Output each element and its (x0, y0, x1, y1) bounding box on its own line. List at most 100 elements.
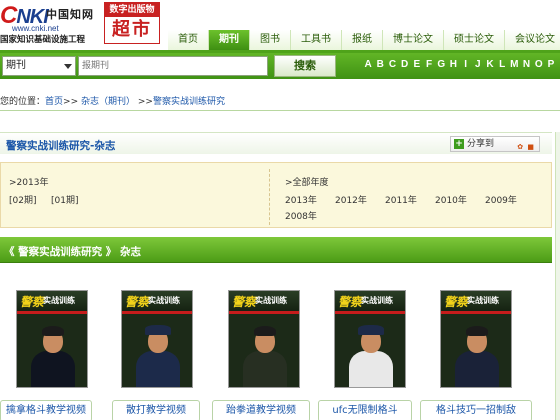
cover-masthead-title: 警察 (444, 295, 469, 309)
digital-publication-market-badge[interactable]: 数字出版物 超市 (104, 2, 160, 44)
nav-tab-books[interactable]: 图书 (250, 30, 291, 50)
related-link-chip[interactable]: ufc无限制格斗 (318, 400, 412, 420)
nav-tab-journals[interactable]: 期刊 (209, 30, 250, 50)
year-link-2010[interactable]: 2010年 (435, 193, 467, 206)
issue-link-02[interactable]: [02期] (9, 193, 36, 206)
cover-stripe (17, 311, 87, 314)
letter-i[interactable]: I (460, 59, 472, 70)
breadcrumb-prefix: 您的位置： (0, 97, 46, 107)
letter-a[interactable]: A (362, 59, 374, 70)
letter-p[interactable]: P (545, 59, 557, 70)
search-category-select[interactable]: 期刊 (2, 56, 76, 76)
cover-masthead-subtitle: 实战训练 (43, 296, 75, 305)
year-link-2009[interactable]: 2009年 (485, 193, 517, 206)
logo-chinese-name: 中国知网 (46, 8, 94, 21)
related-link-chip[interactable]: 跆拳道教学视频 (212, 400, 310, 420)
breadcrumb-journals-link[interactable]: 杂志（期刊） (81, 97, 135, 107)
cover-photo-body (455, 351, 499, 387)
alphabet-index: A B C D E F G H I J K L M N O P (362, 59, 557, 70)
cover-stripe (441, 311, 511, 314)
plus-icon: + (454, 138, 464, 149)
cover-masthead: 警察 实战训练 (17, 291, 87, 313)
breadcrumb-separator: >> (137, 97, 153, 107)
cover-masthead-title: 警察 (338, 295, 363, 309)
logo-subtitle: 国家知识基础设施工程 (0, 35, 86, 45)
issue-link-01[interactable]: [01期] (51, 193, 78, 206)
nav-tab-newspapers[interactable]: 报纸 (342, 30, 383, 50)
letter-l[interactable]: L (496, 59, 508, 70)
letter-g[interactable]: G (435, 59, 447, 70)
cover-masthead-subtitle: 实战训练 (467, 296, 499, 305)
search-button[interactable]: 搜索 (274, 55, 336, 77)
cover-photo-body (349, 351, 393, 387)
share-button[interactable]: + 分享到 ✿ ■ (450, 136, 540, 152)
cover-masthead-subtitle: 实战训练 (255, 296, 287, 305)
journal-title: 警察实战训练研究-杂志 (6, 140, 116, 152)
nav-tab-doctoral-theses[interactable]: 博士论文 (383, 30, 444, 50)
cover-masthead-title: 警察 (125, 295, 150, 309)
market-badge-title: 超市 (112, 19, 152, 40)
year-link-2012[interactable]: 2012年 (335, 193, 367, 206)
cover-masthead-title: 警察 (20, 295, 45, 309)
share-label: 分享到 (467, 139, 495, 149)
letter-f[interactable]: F (423, 59, 435, 70)
divider (0, 110, 560, 111)
letter-o[interactable]: O (533, 59, 545, 70)
related-link-chip[interactable]: 格斗技巧一招制敌 (420, 400, 532, 420)
chevron-down-icon (64, 64, 72, 69)
letter-d[interactable]: D (399, 59, 411, 70)
divider (269, 169, 270, 225)
letter-b[interactable]: B (374, 59, 386, 70)
search-input[interactable] (78, 56, 268, 76)
related-link-chip[interactable]: 擒拿格斗教学视频 (0, 400, 92, 420)
cover-masthead: 警察 实战训练 (122, 291, 192, 313)
journal-cover[interactable]: 警察 实战训练 (121, 290, 193, 388)
logo-url: www.cnki.net (12, 24, 59, 33)
nav-tab-masters-theses[interactable]: 硕士论文 (444, 30, 505, 50)
letter-h[interactable]: H (447, 59, 459, 70)
cover-photo (243, 325, 287, 387)
journal-cover[interactable]: 警察 实战训练 (334, 290, 406, 388)
cover-photo-body (136, 351, 180, 387)
cover-masthead-title: 警察 (232, 295, 257, 309)
cover-masthead: 警察 实战训练 (335, 291, 405, 313)
cnki-logo[interactable]: CNKI 中国知网 www.cnki.net 国家知识基础设施工程 (0, 0, 110, 46)
journal-cover[interactable]: 警察 实战训练 (228, 290, 300, 388)
letter-k[interactable]: K (484, 59, 496, 70)
search-category-value: 期刊 (6, 60, 26, 71)
cover-photo-cap (145, 325, 171, 335)
main-nav: 首页 期刊 图书 工具书 报纸 博士论文 硕士论文 会议论文 (168, 30, 560, 50)
letter-e[interactable]: E (411, 59, 423, 70)
letter-m[interactable]: M (508, 59, 520, 70)
year-link-2008[interactable]: 2008年 (285, 209, 317, 222)
nav-tab-conference-papers[interactable]: 会议论文 (505, 30, 560, 50)
year-link-2013[interactable]: 2013年 (285, 193, 317, 206)
letter-j[interactable]: J (472, 59, 484, 70)
cover-photo (349, 325, 393, 387)
journal-title-bar: 警察实战训练研究-杂志 + 分享到 ✿ ■ (0, 132, 552, 154)
journal-cover[interactable]: 警察 实战训练 (16, 290, 88, 388)
cover-photo-body (31, 351, 75, 387)
right-scroll-edge (555, 132, 560, 420)
year-link-2011[interactable]: 2011年 (385, 193, 417, 206)
related-link-chip[interactable]: 散打教学视频 (112, 400, 200, 420)
selected-year[interactable]: >2013年 (9, 175, 48, 188)
market-badge-top: 数字出版物 (105, 3, 159, 17)
cover-photo-cap (358, 325, 384, 335)
cover-photo-body (243, 351, 287, 387)
cover-masthead-subtitle: 实战训练 (361, 296, 393, 305)
section-title: 《 警察实战训练研究 》 杂志 (4, 246, 141, 258)
letter-c[interactable]: C (386, 59, 398, 70)
social-icons: ✿ ■ (517, 143, 535, 151)
nav-tab-home[interactable]: 首页 (168, 30, 209, 50)
breadcrumb-home-link[interactable]: 首页 (45, 97, 63, 107)
cover-masthead-subtitle: 实战训练 (148, 296, 180, 305)
nav-tab-reference-books[interactable]: 工具书 (291, 30, 342, 50)
breadcrumb-current-link[interactable]: 警察实战训练研究 (153, 97, 225, 107)
cover-photo (455, 325, 499, 387)
cover-stripe (335, 311, 405, 314)
cover-photo (31, 325, 75, 387)
letter-n[interactable]: N (520, 59, 532, 70)
cover-photo (136, 325, 180, 387)
journal-cover[interactable]: 警察 实战训练 (440, 290, 512, 388)
